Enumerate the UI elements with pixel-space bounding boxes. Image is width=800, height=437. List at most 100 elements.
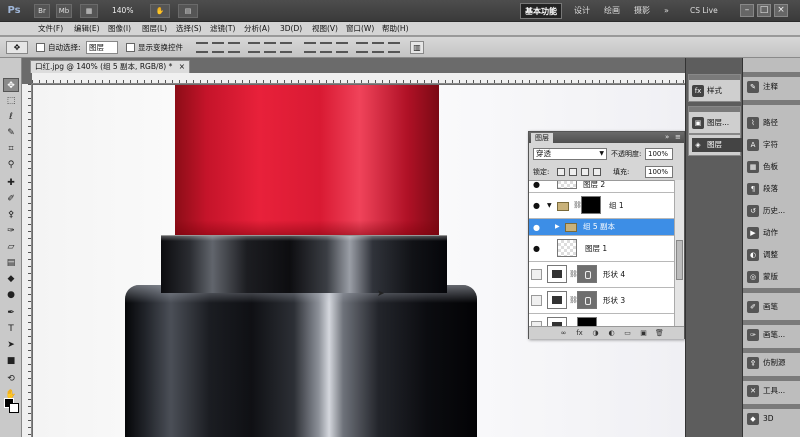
visibility-eye-icon[interactable]: ●	[531, 243, 542, 254]
dock-group-grip[interactable]	[743, 100, 800, 105]
visibility-eye-icon[interactable]: ●	[531, 181, 542, 190]
blend-mode-dropdown[interactable]: 穿透 ▼	[533, 148, 607, 160]
dock-group-grip[interactable]	[743, 376, 800, 381]
layer-row[interactable]: ⛓ 形状 4	[529, 262, 674, 288]
visibility-toggle[interactable]	[531, 295, 542, 306]
new-layer-icon[interactable]: ▣	[639, 329, 648, 338]
align-left-icon[interactable]	[248, 42, 260, 53]
visibility-toggle[interactable]	[531, 269, 542, 280]
collapse-panel-icon[interactable]: »	[665, 132, 669, 143]
menu-3d[interactable]: 3D(D)	[280, 22, 302, 36]
tool-presets-panel-button[interactable]: ✕ 工具...	[747, 384, 799, 398]
opacity-input[interactable]: 100%	[645, 148, 673, 160]
styles-panel-button[interactable]: fx 样式	[692, 84, 742, 98]
dock-group-grip[interactable]	[743, 288, 800, 293]
layer-style-icon[interactable]: fx	[575, 329, 584, 338]
visibility-eye-icon[interactable]: ●	[531, 222, 542, 233]
gradient-tool-icon[interactable]: ▤	[3, 256, 19, 270]
workspace-more[interactable]: »	[660, 3, 673, 19]
menu-view[interactable]: 视图(V)	[312, 22, 338, 36]
masks-panel-button[interactable]: ◎ 蒙版	[747, 270, 799, 284]
minimize-icon[interactable]: –	[740, 4, 754, 17]
vertical-ruler[interactable]	[22, 84, 32, 437]
brush-presets-panel-button[interactable]: ✑ 画笔...	[747, 328, 799, 342]
blur-tool-icon[interactable]: ◆	[3, 272, 19, 286]
distribute-hcenter-icon[interactable]	[372, 42, 384, 53]
horizontal-ruler[interactable]	[32, 73, 685, 84]
marquee-tool-icon[interactable]: ⬚	[3, 94, 19, 108]
align-top-icon[interactable]	[196, 42, 208, 53]
layer-row[interactable]: ● 图层 2	[529, 181, 674, 193]
distribute-top-icon[interactable]	[304, 42, 316, 53]
view-extras-button[interactable]: ▦	[80, 4, 98, 18]
close-icon[interactable]: ×	[774, 4, 788, 17]
layer-comps-panel-button[interactable]: ▣ 图层...	[692, 116, 742, 130]
adjustment-layer-icon[interactable]: ◐	[607, 329, 616, 338]
menu-filter[interactable]: 滤镜(T)	[210, 22, 235, 36]
workspace-photography[interactable]: 摄影	[630, 3, 654, 19]
auto-select-dropdown[interactable]: 图层	[86, 41, 118, 54]
lock-pixels-icon[interactable]	[569, 168, 577, 176]
menu-analysis[interactable]: 分析(A)	[244, 22, 270, 36]
3d-panel-button[interactable]: ◆ 3D	[747, 412, 799, 426]
dodge-tool-icon[interactable]: ●	[3, 288, 19, 302]
scrollbar-thumb[interactable]	[676, 240, 683, 280]
clone-stamp-tool-icon[interactable]: ⚴	[3, 208, 19, 222]
workspace-design[interactable]: 设计	[570, 3, 594, 19]
menu-help[interactable]: 帮助(H)	[382, 22, 409, 36]
history-brush-tool-icon[interactable]: ✑	[3, 224, 19, 238]
hand-tool-button[interactable]: ✋	[150, 4, 170, 18]
layer-row-selected[interactable]: ● ▶ 组 5 副本	[529, 219, 674, 236]
show-transform-checkbox[interactable]	[126, 43, 135, 52]
lock-position-icon[interactable]	[581, 168, 589, 176]
brush-panel-button[interactable]: ✐ 画笔	[747, 300, 799, 314]
crop-tool-icon[interactable]: ⌗	[3, 142, 19, 156]
dock-group-grip[interactable]	[689, 107, 740, 112]
cs-live-button[interactable]: CS Live	[690, 3, 718, 19]
paths-panel-button[interactable]: ⌇ 路径	[747, 116, 799, 130]
align-vcenter-icon[interactable]	[212, 42, 224, 53]
quick-select-tool-icon[interactable]: ✎	[3, 126, 19, 140]
document-tab[interactable]: 口红.jpg @ 140% (组 5 副本, RGB/8) * ×	[30, 60, 191, 73]
panel-menu-icon[interactable]: ≡	[675, 132, 681, 143]
layers-panel-titlebar[interactable]: 图层 » ≡	[529, 132, 684, 143]
lock-transparency-icon[interactable]	[557, 168, 565, 176]
background-color-swatch[interactable]	[9, 403, 19, 413]
align-bottom-icon[interactable]	[228, 42, 240, 53]
menu-select[interactable]: 选择(S)	[176, 22, 202, 36]
arrange-documents-button[interactable]: ▤	[178, 4, 198, 18]
shape-tool-icon[interactable]: ■	[3, 354, 19, 368]
menu-edit[interactable]: 编辑(E)	[74, 22, 100, 36]
link-layers-icon[interactable]: ∞	[559, 329, 568, 338]
3d-rotate-tool-icon[interactable]: ⟲	[3, 372, 19, 386]
history-panel-button[interactable]: ↺ 历史...	[747, 204, 799, 218]
maximize-icon[interactable]: □	[757, 4, 771, 17]
character-panel-button[interactable]: A 字符	[747, 138, 799, 152]
zoom-level[interactable]: 140%	[112, 4, 133, 18]
mini-bridge-button[interactable]: Mb	[56, 4, 72, 18]
bridge-button[interactable]: Br	[34, 4, 50, 18]
align-right-icon[interactable]	[280, 42, 292, 53]
layer-row[interactable]	[529, 314, 674, 326]
layer-row[interactable]: ⛓ 形状 3	[529, 288, 674, 314]
layers-tab[interactable]: 图层	[531, 133, 553, 143]
layers-scrollbar[interactable]	[674, 180, 684, 326]
expand-triangle-icon[interactable]: ▶	[555, 223, 560, 230]
layers-panel-button[interactable]: ◈ 图层	[692, 138, 742, 152]
dock-group-grip[interactable]	[743, 320, 800, 325]
layer-row[interactable]: ● ▼ ⛓ 组 1	[529, 193, 674, 219]
workspace-painting[interactable]: 绘画	[600, 3, 624, 19]
move-tool-preset-icon[interactable]: ✥	[6, 41, 28, 54]
distribute-vcenter-icon[interactable]	[320, 42, 332, 53]
menu-image[interactable]: 图像(I)	[108, 22, 131, 36]
align-hcenter-icon[interactable]	[264, 42, 276, 53]
swatches-panel-button[interactable]: ▦ 色板	[747, 160, 799, 174]
expand-triangle-icon[interactable]: ▼	[547, 202, 552, 209]
new-group-icon[interactable]: ▭	[623, 329, 632, 338]
dock-group-grip[interactable]	[689, 75, 740, 80]
paragraph-panel-button[interactable]: ¶ 段落	[747, 182, 799, 196]
eyedropper-tool-icon[interactable]: ⚲	[3, 158, 19, 172]
distribute-bottom-icon[interactable]	[336, 42, 348, 53]
distribute-right-icon[interactable]	[388, 42, 400, 53]
dock-group-grip[interactable]	[743, 72, 800, 77]
